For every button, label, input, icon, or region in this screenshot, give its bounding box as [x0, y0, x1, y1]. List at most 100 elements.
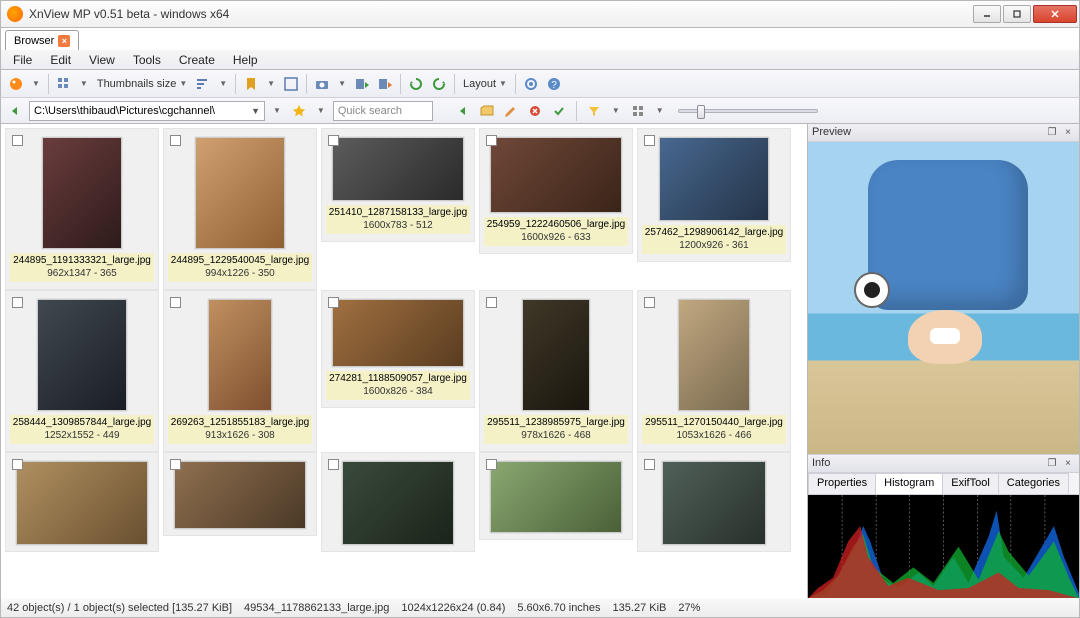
app-home-dropdown[interactable]: ▼	[28, 73, 44, 95]
thumb-checkbox[interactable]	[12, 297, 23, 308]
thumbnail-cell[interactable]	[163, 452, 317, 536]
tab-histogram[interactable]: Histogram	[875, 473, 943, 494]
favorite-star-button[interactable]	[289, 101, 309, 121]
tab-categories[interactable]: Categories	[998, 473, 1069, 494]
grid-toggle-dropdown[interactable]: ▼	[652, 100, 668, 122]
thumbsize-dropdown[interactable]: Thumbnails size▼	[93, 73, 191, 95]
thumb-checkbox[interactable]	[328, 135, 339, 146]
maximize-button[interactable]	[1003, 5, 1031, 23]
thumb-checkbox[interactable]	[12, 135, 23, 146]
tab-exiftool[interactable]: ExifTool	[942, 473, 999, 494]
thumbnail-grid[interactable]: 244895_1191333321_large.jpg962x1347 - 36…	[1, 124, 807, 598]
rotate-cw-button[interactable]	[428, 73, 450, 95]
filter-back-button[interactable]	[453, 101, 473, 121]
menu-view[interactable]: View	[81, 51, 123, 69]
layout-dropdown[interactable]: Layout▼	[459, 73, 511, 95]
thumbnail-cell[interactable]: 274281_1188509057_large.jpg1600x826 - 38…	[321, 290, 475, 408]
thumbnail-cell[interactable]: 295511_1238985975_large.jpg978x1626 - 46…	[479, 290, 633, 452]
settings-button[interactable]	[520, 73, 542, 95]
preview-undock-icon[interactable]: ❐	[1045, 125, 1059, 139]
thumbnail-cell[interactable]	[5, 452, 159, 552]
status-objects: 42 object(s) / 1 object(s) selected [135…	[7, 602, 232, 614]
thumb-checkbox[interactable]	[486, 459, 497, 470]
acquire-dropdown[interactable]: ▼	[334, 73, 350, 95]
thumb-caption: 244895_1229540045_large.jpg994x1226 - 35…	[168, 253, 312, 282]
thumbnail-cell[interactable]: 244895_1229540045_large.jpg994x1226 - 35…	[163, 128, 317, 290]
thumb-checkbox[interactable]	[644, 297, 655, 308]
sort-dropdown[interactable]: ▼	[215, 73, 231, 95]
tab-properties[interactable]: Properties	[808, 473, 876, 494]
app-home-button[interactable]	[5, 73, 27, 95]
menu-help[interactable]: Help	[225, 51, 266, 69]
menu-tools[interactable]: Tools	[125, 51, 169, 69]
acquire-button[interactable]	[311, 73, 333, 95]
grid-toggle-button[interactable]	[628, 101, 648, 121]
info-header: Info ❐ ×	[808, 455, 1079, 473]
sort-button[interactable]	[192, 73, 214, 95]
info-undock-icon[interactable]: ❐	[1045, 456, 1059, 470]
bookmark-button[interactable]	[240, 73, 262, 95]
rotate-ccw-button[interactable]	[405, 73, 427, 95]
preview-body[interactable]	[808, 142, 1079, 455]
thumb-image	[332, 299, 464, 367]
svg-text:?: ?	[551, 80, 557, 91]
thumbnail-cell[interactable]: 244895_1191333321_large.jpg962x1347 - 36…	[5, 128, 159, 290]
convert-button[interactable]	[351, 73, 373, 95]
thumb-checkbox[interactable]	[12, 459, 23, 470]
filter-apply-button[interactable]	[549, 101, 569, 121]
info-close-icon[interactable]: ×	[1061, 456, 1075, 470]
favorite-dropdown[interactable]: ▼	[313, 100, 329, 122]
thumbnail-cell[interactable]	[637, 452, 791, 552]
thumb-filename: 295511_1270150440_large.jpg	[642, 417, 786, 430]
tab-close-icon[interactable]: ×	[58, 35, 70, 47]
thumbnail-cell[interactable]: 257462_1298906142_large.jpg1200x926 - 36…	[637, 128, 791, 262]
thumbnail-cell[interactable]	[321, 452, 475, 552]
nav-back-button[interactable]	[5, 101, 25, 121]
thumb-caption: 257462_1298906142_large.jpg1200x926 - 36…	[642, 225, 786, 254]
preview-close-icon[interactable]: ×	[1061, 125, 1075, 139]
view-mode-button[interactable]	[53, 73, 75, 95]
thumbnail-cell[interactable]: 269263_1251855183_large.jpg913x1626 - 30…	[163, 290, 317, 452]
thumbnail-cell[interactable]: 258444_1309857844_large.jpg1252x1552 - 4…	[5, 290, 159, 452]
thumb-caption: 254959_1222460506_large.jpg1600x926 - 63…	[484, 217, 628, 246]
thumbnail-cell[interactable]	[479, 452, 633, 540]
minimize-button[interactable]	[973, 5, 1001, 23]
funnel-button[interactable]	[584, 101, 604, 121]
thumbnail-cell[interactable]: 251410_1287158133_large.jpg1600x783 - 51…	[321, 128, 475, 242]
filter-clear-button[interactable]	[525, 101, 545, 121]
menu-edit[interactable]: Edit	[42, 51, 79, 69]
batch-rename-button[interactable]	[374, 73, 396, 95]
thumb-size-slider[interactable]	[678, 109, 818, 113]
funnel-dropdown[interactable]: ▼	[608, 100, 624, 122]
thumb-checkbox[interactable]	[486, 297, 497, 308]
menu-create[interactable]: Create	[171, 51, 223, 69]
thumb-checkbox[interactable]	[170, 135, 181, 146]
menu-file[interactable]: File	[5, 51, 40, 69]
thumb-checkbox[interactable]	[328, 297, 339, 308]
thumb-filename: 244895_1191333321_large.jpg	[10, 255, 154, 268]
thumb-image	[342, 461, 454, 545]
bookmark-dropdown[interactable]: ▼	[263, 73, 279, 95]
path-dropdown[interactable]: ▼	[269, 100, 285, 122]
thumbnail-cell[interactable]: 295511_1270150440_large.jpg1053x1626 - 4…	[637, 290, 791, 452]
thumb-checkbox[interactable]	[644, 459, 655, 470]
preview-image	[808, 142, 1079, 454]
close-button[interactable]	[1033, 5, 1077, 23]
tab-label: Browser	[14, 35, 54, 47]
view-mode-dropdown[interactable]: ▼	[76, 73, 92, 95]
search-input[interactable]: Quick search	[333, 101, 433, 121]
thumb-image	[662, 461, 766, 545]
thumb-checkbox[interactable]	[328, 459, 339, 470]
thumb-checkbox[interactable]	[644, 135, 655, 146]
thumb-checkbox[interactable]	[486, 135, 497, 146]
help-button[interactable]: ?	[543, 73, 565, 95]
tab-browser[interactable]: Browser ×	[5, 30, 79, 50]
thumb-checkbox[interactable]	[170, 297, 181, 308]
thumb-meta: 913x1626 - 308	[168, 430, 312, 443]
filter-open-button[interactable]	[477, 101, 497, 121]
filter-edit-button[interactable]	[501, 101, 521, 121]
thumbnail-cell[interactable]: 254959_1222460506_large.jpg1600x926 - 63…	[479, 128, 633, 254]
fullscreen-button[interactable]	[280, 73, 302, 95]
thumb-checkbox[interactable]	[170, 459, 181, 470]
path-input[interactable]: C:\Users\thibaud\Pictures\cgchannel\▼	[29, 101, 265, 121]
